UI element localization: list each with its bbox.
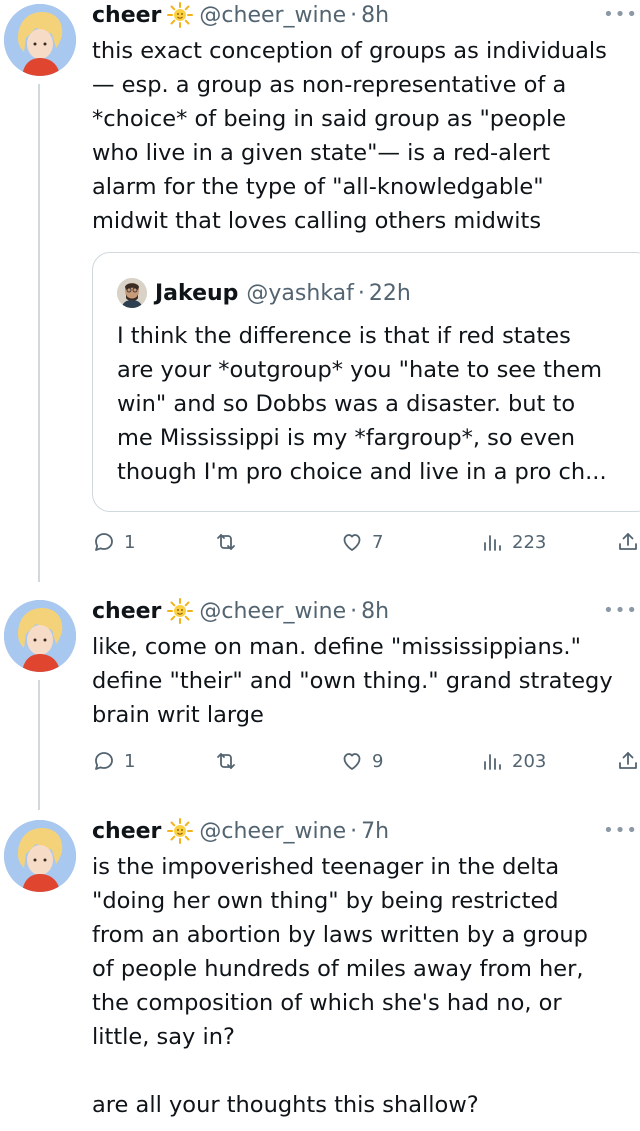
share-icon [619,752,637,769]
tweet-3[interactable]: cheer @cheer_wine · 7h ••• is the impove… [0,816,640,1131]
heart-icon [343,753,361,770]
timestamp[interactable]: 7h [361,819,389,844]
share-button[interactable] [616,527,640,557]
display-name[interactable]: cheer [92,3,161,28]
tweet-text: is the impoverished teenager in the delt… [92,854,588,1118]
handle[interactable]: @cheer_wine [199,3,346,28]
views-icon [484,754,501,770]
more-options-button[interactable]: ••• [603,4,638,25]
quote-handle[interactable]: @yashkaf [246,281,354,306]
more-options-button[interactable]: ••• [603,820,638,841]
action-bar: 1 7 223 [92,527,640,557]
tweet-1[interactable]: cheer @cheer_wine · 8h ••• this exact co… [0,0,640,582]
like-button[interactable]: 9 [340,746,383,776]
quote-separator: · [357,280,365,306]
repost-button[interactable] [214,527,246,557]
reply-button[interactable]: 1 [92,746,135,776]
repost-icon [217,753,235,769]
reply-icon [95,533,113,551]
quote-header: Jakeup @yashkaf · 22h [117,277,411,309]
like-count: 7 [372,531,384,553]
separator: · [350,818,358,844]
reply-count: 1 [124,750,136,772]
handle[interactable]: @cheer_wine [199,599,346,624]
avatar[interactable] [4,600,76,672]
thread-line [38,84,40,582]
quote-display-name[interactable]: Jakeup [155,281,238,306]
quote-avatar [117,278,147,308]
share-icon [619,533,637,550]
sun-emoji-icon [167,2,194,28]
tweet-2[interactable]: cheer @cheer_wine · 8h ••• like, come on… [0,596,640,810]
heart-icon [343,534,361,551]
tweet-text: this exact conception of groups as indiv… [92,38,607,234]
action-bar: 1 9 203 [92,746,640,776]
like-button[interactable]: 7 [340,527,383,557]
handle[interactable]: @cheer_wine [199,819,346,844]
tweet-text: like, come on man. define "mississippian… [92,634,613,728]
separator: · [350,598,358,624]
tweet-header: cheer @cheer_wine · 7h [92,816,389,846]
views-button[interactable]: 223 [480,527,546,557]
repost-icon [217,534,235,550]
view-count: 203 [512,750,547,772]
repost-button[interactable] [214,746,246,776]
display-name[interactable]: cheer [92,599,161,624]
timestamp[interactable]: 8h [361,3,389,28]
reply-count: 1 [124,531,136,553]
separator: · [350,2,358,28]
display-name[interactable]: cheer [92,819,161,844]
timestamp[interactable]: 8h [361,599,389,624]
tweet-header: cheer @cheer_wine · 8h [92,0,389,30]
quoted-tweet[interactable]: Jakeup @yashkaf · 22h I think the differ… [92,252,640,512]
avatar[interactable] [4,820,76,892]
sun-emoji-icon [167,818,194,844]
quote-text: I think the difference is that if red st… [117,323,607,485]
tweet-header: cheer @cheer_wine · 8h [92,596,389,626]
like-count: 9 [372,750,384,772]
more-options-button[interactable]: ••• [603,600,638,621]
share-button[interactable] [616,746,640,776]
thread-line [38,680,40,810]
view-count: 223 [512,531,547,553]
quote-timestamp[interactable]: 22h [369,281,411,306]
views-icon [484,535,501,551]
reply-button[interactable]: 1 [92,527,135,557]
avatar[interactable] [4,4,76,76]
reply-icon [95,752,113,770]
views-button[interactable]: 203 [480,746,546,776]
sun-emoji-icon [167,598,194,624]
